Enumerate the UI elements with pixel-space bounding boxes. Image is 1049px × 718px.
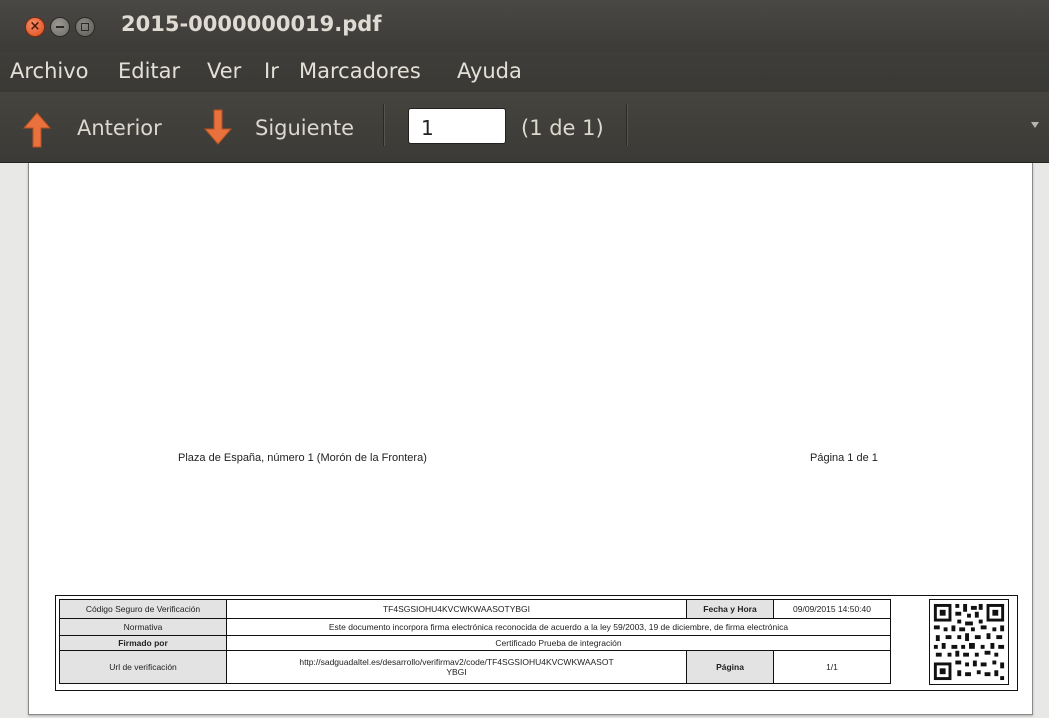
date-value: 09/09/2015 14:50:40 [773, 599, 891, 619]
chevron-down-icon[interactable] [1031, 122, 1039, 128]
url-value: http://sadguadaltel.es/desarrollo/verifi… [226, 650, 687, 684]
menu-editar[interactable]: Editar [118, 59, 180, 83]
menu-marcadores[interactable]: Marcadores [299, 59, 421, 83]
qr-code-icon [929, 599, 1009, 685]
minimize-icon [56, 26, 64, 28]
arrow-up-icon[interactable] [22, 111, 52, 149]
previous-page-button[interactable]: Anterior [77, 116, 162, 140]
maximize-icon [81, 23, 89, 31]
csv-label: Código Seguro de Verificación [59, 599, 227, 619]
date-label: Fecha y Hora [686, 599, 774, 619]
url-label: Url de verificación [59, 650, 227, 684]
footer-page-number: Página 1 de 1 [810, 452, 878, 464]
url-line-1: http://sadguadaltel.es/desarrollo/verifi… [299, 657, 614, 667]
signed-value: Certificado Prueba de integración [226, 635, 891, 651]
url-line-2: YBGI [446, 667, 467, 677]
close-window-button[interactable]: × [25, 17, 45, 37]
title-bar: × 2015-0000000019.pdf [0, 0, 1049, 52]
window-title: 2015-0000000019.pdf [121, 12, 382, 36]
menu-ir[interactable]: Ir [264, 59, 279, 83]
norm-value: Este documento incorpora firma electróni… [226, 618, 891, 636]
arrow-down-icon[interactable] [203, 108, 233, 146]
footer-address: Plaza de España, número 1 (Morón de la F… [178, 452, 427, 464]
menu-ayuda[interactable]: Ayuda [457, 59, 522, 83]
toolbar-separator [626, 104, 627, 146]
csv-value: TF4SGSIOHU4KVCWKWAASOTYBGI [226, 599, 687, 619]
page-number-input[interactable] [408, 108, 506, 144]
page-count-label: (1 de 1) [521, 116, 604, 140]
close-icon: × [29, 19, 41, 34]
menu-archivo[interactable]: Archivo [10, 59, 89, 83]
page-label: Página [686, 650, 774, 684]
next-page-button[interactable]: Siguiente [255, 116, 354, 140]
menu-ver[interactable]: Ver [207, 59, 241, 83]
maximize-window-button[interactable] [75, 17, 95, 37]
signature-table: Código Seguro de Verificación TF4SGSIOHU… [59, 599, 891, 684]
signed-label: Firmado por [59, 635, 227, 651]
minimize-window-button[interactable] [50, 17, 70, 37]
page-value: 1/1 [773, 650, 891, 684]
toolbar-separator [383, 104, 384, 146]
menu-bar: Archivo Editar Ver Ir Marcadores Ayuda [0, 52, 1049, 92]
toolbar: Anterior Siguiente (1 de 1) [0, 92, 1049, 163]
norm-label: Normativa [59, 618, 227, 636]
